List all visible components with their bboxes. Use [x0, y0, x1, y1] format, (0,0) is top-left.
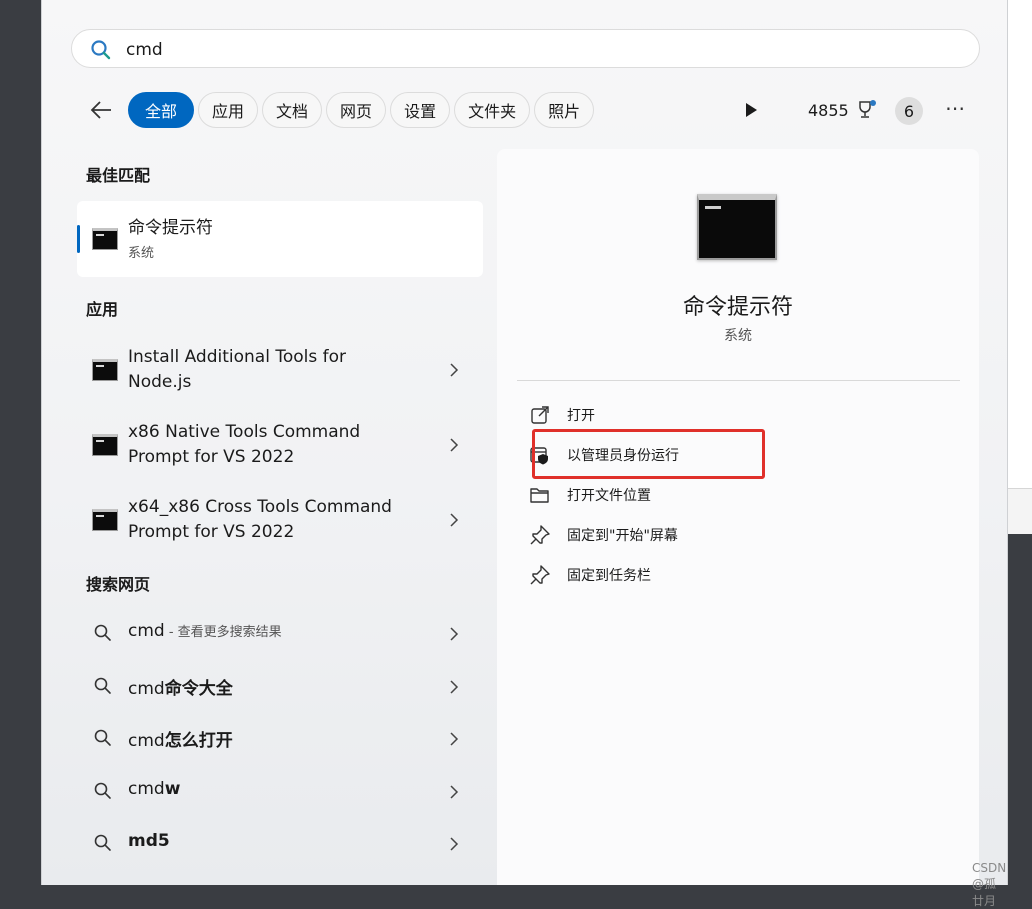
search-icon	[91, 40, 111, 60]
web-suggestion-label: cmd命令大全	[128, 674, 233, 699]
back-arrow-icon[interactable]	[88, 96, 116, 124]
command-prompt-icon	[92, 434, 118, 456]
more-options-icon[interactable]: ⋯	[945, 98, 969, 120]
background-window-strip	[1008, 488, 1032, 535]
chevron-right-icon	[450, 438, 459, 452]
action-label: 固定到"开始"屏幕	[567, 528, 678, 544]
app-label: Install Additional Tools for Node.js	[128, 345, 418, 395]
chevron-right-icon	[450, 732, 459, 746]
suggestion-hint: - 查看更多搜索结果	[164, 625, 282, 640]
action-label: 打开文件位置	[567, 488, 651, 504]
command-prompt-icon	[92, 359, 118, 381]
notification-badge[interactable]: 6	[895, 97, 923, 125]
action-label: 固定到任务栏	[567, 568, 651, 584]
search-input[interactable]	[124, 34, 928, 65]
web-suggestion-label: cmd - 查看更多搜索结果	[128, 621, 282, 641]
suggestion-prefix: cmd	[128, 779, 165, 799]
list-item[interactable]: md5	[77, 820, 483, 866]
tab-settings[interactable]: 设置	[390, 92, 451, 128]
search-panel: 全部 应用 文档 网页 设置 文件夹 照片 4855 6 ⋯ 最佳匹配 命令提示…	[41, 0, 1008, 908]
list-item[interactable]: cmdw	[77, 768, 483, 814]
suggestion-prefix: cmd	[128, 621, 165, 641]
list-item[interactable]: cmd命令大全	[77, 663, 483, 709]
chevron-right-icon	[450, 837, 459, 851]
list-item[interactable]: Install Additional Tools for Node.js	[77, 339, 483, 407]
list-item[interactable]: x86 Native Tools Command Prompt for VS 2…	[77, 414, 483, 482]
pin-icon	[530, 565, 550, 585]
suggestion-completion: 怎么打开	[164, 731, 233, 751]
annotation-highlight-box	[532, 429, 765, 479]
selection-indicator	[77, 225, 80, 253]
detail-pane: 命令提示符 系统 打开 以管理员身份运行 打开文件位置 固定到"开始"屏幕 固定…	[497, 149, 979, 885]
tab-apps[interactable]: 应用	[198, 92, 259, 128]
background-window-edge	[1008, 0, 1032, 488]
tab-photos[interactable]: 照片	[534, 92, 595, 128]
list-item[interactable]: cmd怎么打开	[77, 715, 483, 761]
tab-documents[interactable]: 文档	[262, 92, 323, 128]
web-suggestion-label: cmd怎么打开	[128, 726, 233, 751]
suggestion-completion: 命令大全	[164, 679, 233, 699]
search-icon	[94, 729, 111, 746]
action-open[interactable]: 打开	[529, 400, 829, 430]
folder-icon	[530, 488, 549, 503]
action-pin-to-start[interactable]: 固定到"开始"屏幕	[529, 520, 829, 550]
command-prompt-icon	[92, 228, 118, 250]
command-prompt-icon	[92, 509, 118, 531]
app-label-line: x86 Native Tools Command	[128, 422, 361, 442]
action-open-file-location[interactable]: 打开文件位置	[529, 480, 829, 510]
open-external-icon	[531, 406, 549, 424]
search-icon	[94, 834, 111, 851]
filter-tabs: 全部 应用 文档 网页 设置 文件夹 照片	[128, 92, 595, 130]
rewards-points-value: 4855	[808, 100, 849, 120]
app-label-line: Node.js	[128, 372, 192, 392]
pin-icon	[530, 525, 550, 545]
app-label-line: Prompt for VS 2022	[128, 447, 295, 467]
badge-count: 6	[903, 101, 915, 121]
tab-folders[interactable]: 文件夹	[454, 92, 531, 128]
app-label-line: x64_x86 Cross Tools Command	[128, 497, 392, 517]
web-suggestion-label: cmdw	[128, 779, 180, 799]
watermark: CSDN @孤廿月	[972, 861, 1007, 908]
detail-title: 命令提示符	[682, 295, 793, 320]
search-box[interactable]	[71, 29, 980, 68]
best-match-title: 命令提示符	[128, 218, 213, 238]
suggestion-completion: md5	[128, 831, 170, 851]
web-suggestion-label: md5	[128, 831, 170, 851]
desktop-background	[1008, 534, 1032, 885]
action-pin-to-taskbar[interactable]: 固定到任务栏	[529, 560, 829, 590]
best-match-subtitle: 系统	[128, 246, 155, 261]
detail-subtitle: 系统	[724, 328, 752, 344]
tab-all[interactable]: 全部	[128, 92, 195, 128]
chevron-right-icon	[450, 785, 459, 799]
list-item[interactable]: cmd - 查看更多搜索结果	[77, 610, 483, 656]
chevron-right-icon	[450, 680, 459, 694]
chevron-right-icon	[450, 513, 459, 527]
web-search-heading: 搜索网页	[86, 575, 151, 594]
search-icon	[94, 624, 111, 641]
action-label: 打开	[567, 408, 595, 424]
search-icon	[94, 782, 111, 799]
search-icon	[94, 677, 111, 694]
rewards-trophy-icon	[858, 100, 876, 118]
app-label-line: Prompt for VS 2022	[128, 522, 295, 542]
best-match-heading: 最佳匹配	[86, 166, 151, 185]
suggestion-completion: w	[164, 779, 181, 799]
apps-heading: 应用	[86, 300, 119, 319]
suggestion-prefix: cmd	[128, 679, 165, 699]
best-match-item[interactable]: 命令提示符 系统	[77, 201, 483, 277]
tab-web[interactable]: 网页	[326, 92, 387, 128]
suggestion-prefix: cmd	[128, 731, 165, 751]
app-label: x86 Native Tools Command Prompt for VS 2…	[128, 420, 418, 470]
command-prompt-icon	[697, 194, 777, 260]
chevron-right-icon	[450, 363, 459, 377]
rewards-points[interactable]: 4855	[808, 99, 877, 121]
list-item[interactable]: x64_x86 Cross Tools Command Prompt for V…	[77, 489, 483, 557]
divider	[517, 380, 960, 381]
chevron-right-icon	[450, 627, 459, 641]
play-icon[interactable]	[742, 101, 760, 119]
app-label: x64_x86 Cross Tools Command Prompt for V…	[128, 495, 418, 545]
app-label-line: Install Additional Tools for	[128, 347, 346, 367]
